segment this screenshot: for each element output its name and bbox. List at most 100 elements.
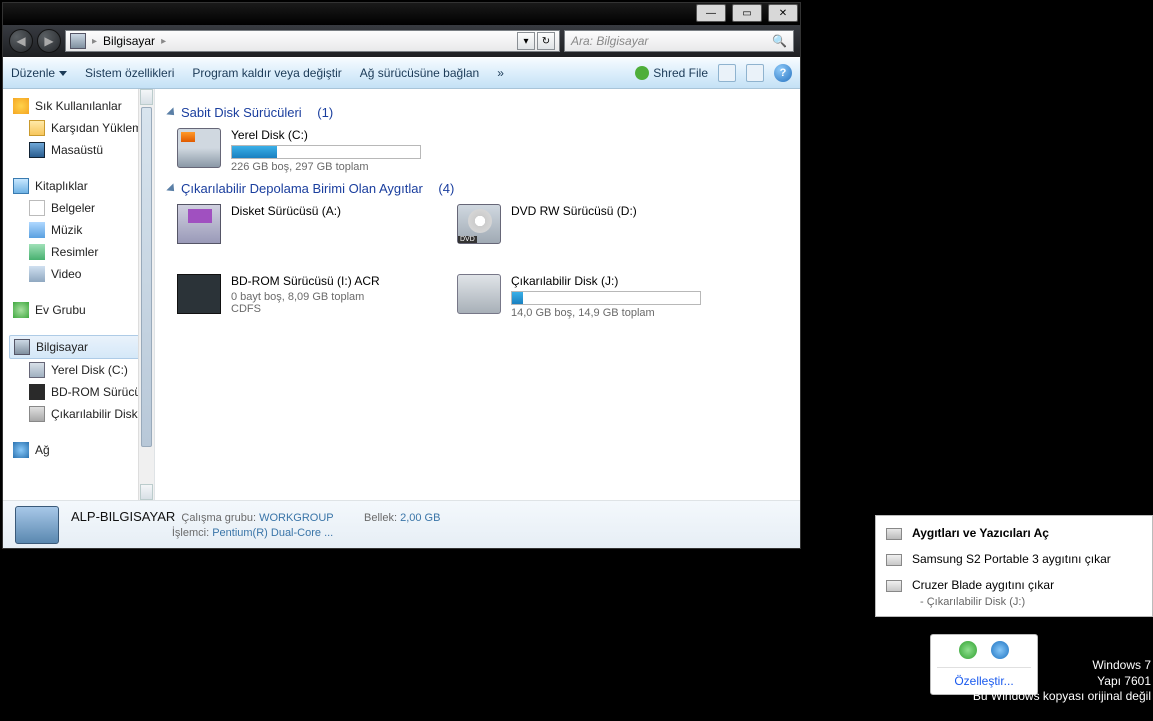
toolbar-overflow-button[interactable]: » [497, 66, 504, 80]
hard-disk-icon [177, 128, 221, 168]
drive-bdrom-i[interactable]: BD-ROM Sürücüsü (I:) ACR 0 bayt boş, 8,0… [177, 274, 427, 319]
sidebar-item-downloads[interactable]: Karşıdan Yüklemeler [9, 117, 154, 139]
sidebar-favorites-header[interactable]: Sık Kullanılanlar [9, 95, 154, 117]
sidebar-computer-header[interactable]: Bilgisayar [9, 335, 154, 359]
open-devices-printers[interactable]: Aygıtları ve Yazıcıları Aç [876, 520, 1152, 546]
sidebar-item-bdrom[interactable]: BD-ROM Sürücüsü (I:) ACR [9, 381, 154, 403]
scroll-down-button[interactable] [140, 484, 153, 500]
desktop-watermark: Windows 7 Yapı 7601 Bu Windows kopyası o… [973, 658, 1151, 705]
search-input[interactable]: Ara: Bilgisayar 🔍 [564, 30, 794, 52]
tray-icon-2[interactable] [991, 641, 1009, 659]
search-icon[interactable]: 🔍 [772, 34, 787, 48]
libraries-icon [13, 178, 29, 194]
sidebar-item-removable-j[interactable]: Çıkarılabilir Disk (J:) [9, 403, 154, 425]
tray-icon-1[interactable] [959, 641, 977, 659]
preview-pane-button[interactable] [746, 64, 764, 82]
desktop-icon [29, 142, 45, 158]
memory-value: 2,00 GB [400, 512, 440, 524]
sidebar-network-header[interactable]: Ağ [9, 439, 154, 461]
collapse-icon [166, 107, 177, 118]
eject-samsung-s2[interactable]: Samsung S2 Portable 3 aygıtını çıkar [876, 546, 1152, 572]
uninstall-program-button[interactable]: Program kaldır veya değiştir [192, 66, 341, 80]
sidebar: Sık Kullanılanlar Karşıdan Yüklemeler Ma… [3, 89, 155, 500]
folder-icon [29, 120, 45, 136]
videos-icon [29, 266, 45, 282]
minimize-button[interactable]: — [696, 4, 726, 22]
drive-dvd-d[interactable]: DVD DVD RW Sürücüsü (D:) [457, 204, 707, 244]
printer-icon [886, 528, 902, 540]
drive-label: Disket Sürücüsü (A:) [231, 204, 427, 218]
sidebar-item-documents[interactable]: Belgeler [9, 197, 154, 219]
search-placeholder: Ara: Bilgisayar [571, 34, 648, 48]
floppy-icon [177, 204, 221, 244]
scroll-thumb[interactable] [141, 107, 152, 447]
drive-usage-text: 226 GB boş, 297 GB toplam [231, 161, 472, 173]
main-content: Sabit Disk Sürücüleri (1) Yerel Disk (C:… [155, 89, 800, 500]
back-button[interactable]: ◀ [9, 29, 33, 53]
drive-removable-j[interactable]: Çıkarılabilir Disk (J:) 14,0 GB boş, 14,… [457, 274, 707, 319]
drive-label: Çıkarılabilir Disk (J:) [511, 274, 707, 288]
star-icon [13, 98, 29, 114]
refresh-button[interactable]: ↻ [537, 32, 555, 50]
removable-drive-icon [457, 274, 501, 314]
drive-label: DVD RW Sürücüsü (D:) [511, 204, 707, 218]
shred-file-button[interactable]: Shred File [635, 66, 708, 80]
maximize-button[interactable]: ▭ [732, 4, 762, 22]
breadcrumb-separator: ▸ [161, 36, 166, 47]
documents-icon [29, 200, 45, 216]
drive-usage-bar [511, 291, 701, 305]
drive-icon [29, 362, 45, 378]
help-button[interactable]: ? [774, 64, 792, 82]
breadcrumb-item[interactable]: Bilgisayar [103, 34, 155, 48]
forward-button[interactable]: ▶ [37, 29, 61, 53]
drive-usage-text: 14,0 GB boş, 14,9 GB toplam [511, 307, 707, 319]
drive-icon [886, 554, 902, 566]
network-icon [13, 442, 29, 458]
computer-icon [14, 339, 30, 355]
status-bar: ALP-BILGISAYAR Çalışma grubu: WORKGROUP … [3, 500, 800, 548]
group-header-hard-disks[interactable]: Sabit Disk Sürücüleri (1) [169, 105, 786, 120]
view-options-button[interactable] [718, 64, 736, 82]
memory-label: Bellek: [364, 512, 397, 524]
sidebar-item-desktop[interactable]: Masaüstü [9, 139, 154, 161]
toolbar: Düzenle Sistem özellikleri Program kaldı… [3, 57, 800, 89]
sidebar-scrollbar[interactable] [138, 89, 154, 500]
scroll-up-button[interactable] [140, 89, 153, 105]
bdrom-icon [29, 384, 45, 400]
system-properties-button[interactable]: Sistem özellikleri [85, 66, 174, 80]
sidebar-item-local-disk-c[interactable]: Yerel Disk (C:) [9, 359, 154, 381]
pictures-icon [29, 244, 45, 260]
usb-drive-icon [29, 406, 45, 422]
organize-button[interactable]: Düzenle [11, 66, 67, 80]
map-network-drive-button[interactable]: Ağ sürücüsüne bağlan [360, 66, 479, 80]
navbar: ◀ ▶ ▸ Bilgisayar ▸ ▾ ↻ Ara: Bilgisayar 🔍 [3, 25, 800, 57]
group-header-removable[interactable]: Çıkarılabilir Depolama Birimi Olan Aygıt… [169, 181, 786, 196]
sidebar-item-pictures[interactable]: Resimler [9, 241, 154, 263]
address-bar[interactable]: ▸ Bilgisayar ▸ ▾ ↻ [65, 30, 560, 52]
computer-icon [15, 506, 59, 544]
workgroup-label: Çalışma grubu: [181, 512, 256, 524]
bdrom-icon [177, 274, 221, 314]
address-dropdown-button[interactable]: ▾ [517, 32, 535, 50]
drive-usage-text: 0 bayt boş, 8,09 GB toplam [231, 291, 427, 303]
chevron-down-icon [59, 71, 67, 76]
drive-label: Yerel Disk (C:) [231, 128, 472, 142]
drive-icon [886, 580, 902, 592]
music-icon [29, 222, 45, 238]
sidebar-item-videos[interactable]: Video [9, 263, 154, 285]
dvd-icon: DVD [457, 204, 501, 244]
explorer-window: — ▭ ✕ ◀ ▶ ▸ Bilgisayar ▸ ▾ ↻ Ara: Bilgis… [2, 2, 801, 549]
titlebar: — ▭ ✕ [3, 3, 800, 25]
computer-name: ALP-BILGISAYAR [71, 509, 175, 524]
drive-floppy-a[interactable]: Disket Sürücüsü (A:) [177, 204, 427, 244]
sidebar-homegroup-header[interactable]: Ev Grubu [9, 299, 154, 321]
sidebar-libraries-header[interactable]: Kitaplıklar [9, 175, 154, 197]
eject-cruzer-blade[interactable]: Cruzer Blade aygıtını çıkar [876, 572, 1152, 598]
drive-local-c[interactable]: Yerel Disk (C:) 226 GB boş, 297 GB topla… [177, 128, 472, 173]
close-button[interactable]: ✕ [768, 4, 798, 22]
eject-cruzer-volume[interactable]: - Çıkarılabilir Disk (J:) [876, 596, 1152, 608]
breadcrumb-separator: ▸ [92, 36, 97, 47]
processor-label: İşlemci: [172, 527, 209, 539]
sidebar-item-music[interactable]: Müzik [9, 219, 154, 241]
drive-filesystem-text: CDFS [231, 303, 427, 315]
